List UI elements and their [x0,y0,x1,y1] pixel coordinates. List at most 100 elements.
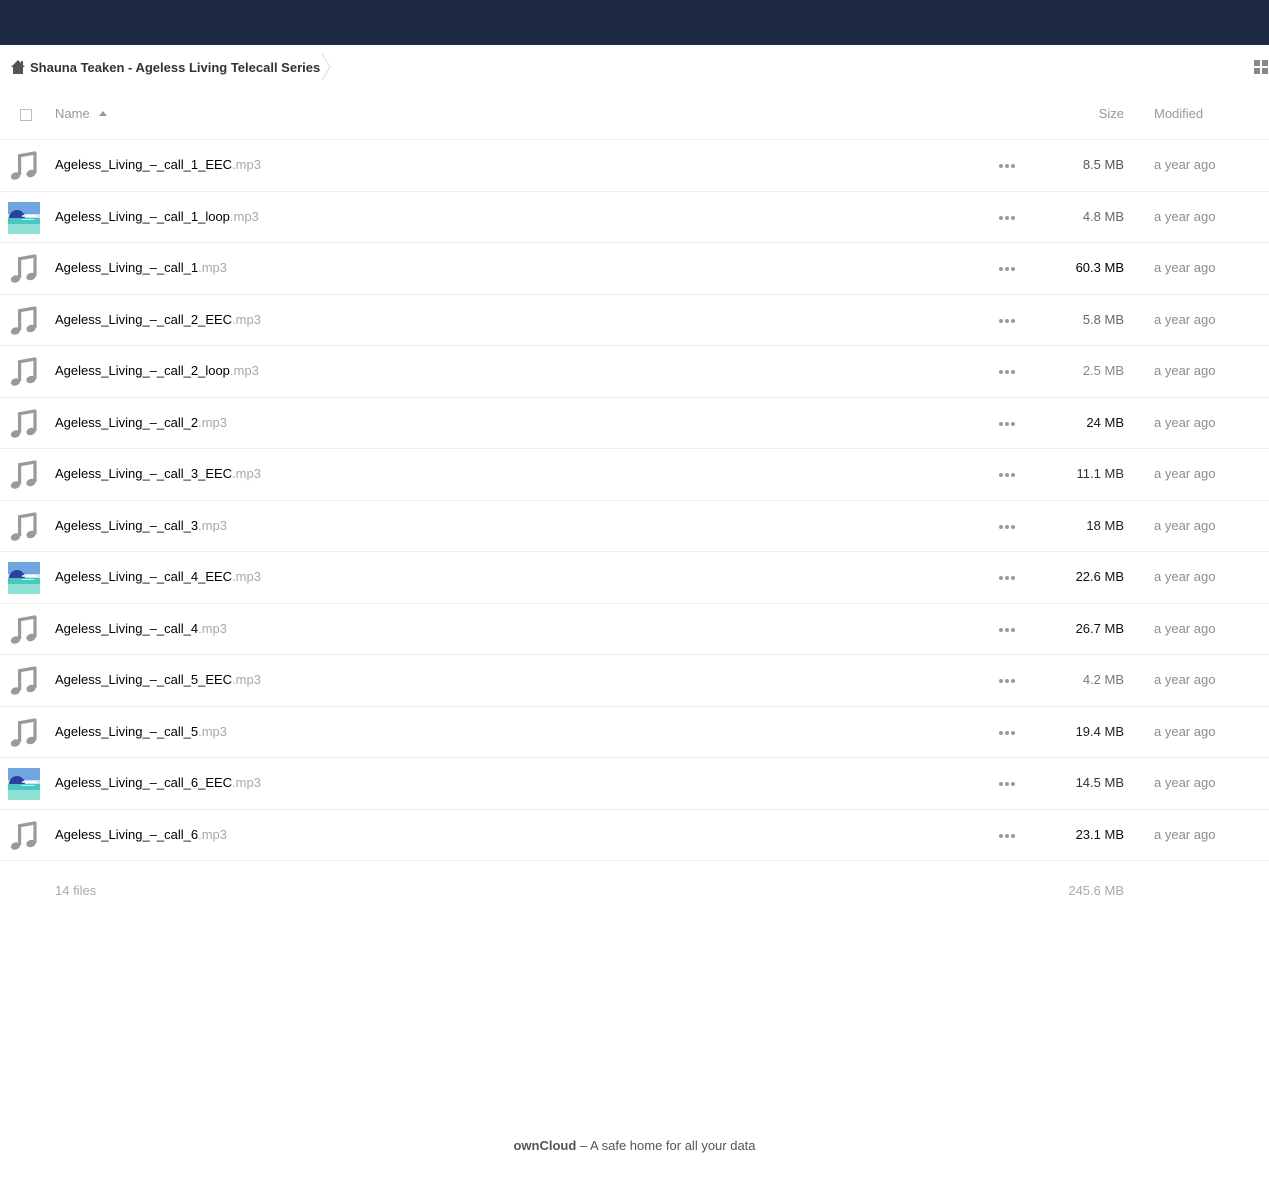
file-extension: .mp3 [229,208,259,224]
file-name[interactable]: Ageless_Living_–_call_2.mp3 [55,415,227,430]
file-modified: a year ago [1154,311,1216,327]
music-note-icon[interactable] [8,820,40,852]
more-actions-icon[interactable] [999,215,1015,220]
file-row[interactable]: Ageless_Living_–_call_5_EEC.mp3 4.2 MB a y… [0,655,1269,707]
file-extension: .mp3 [198,260,228,275]
file-name[interactable]: Ageless_Living_–_call_2_EEC.mp3 [55,312,261,327]
music-note-icon[interactable] [8,253,40,285]
more-actions-icon[interactable] [999,730,1015,735]
file-name[interactable]: Ageless_Living_–_call_1.mp3 [55,260,227,275]
file-modified: a year ago [1154,826,1216,842]
file-basename: Ageless_Living_–_call_1_EEC [55,157,233,172]
file-name[interactable]: Ageless_Living_–_call_4_EEC.mp3 [55,569,261,584]
file-modified: a year ago [1154,723,1216,739]
summary-total-size: 245.6 MB [1068,883,1124,898]
file-row[interactable]: Ageless_Living_–_call_4_EEC.mp3 22.6 MB a … [0,552,1269,604]
file-name[interactable]: Ageless_Living_–_call_3.mp3 [55,518,227,533]
more-actions-icon[interactable] [999,473,1015,477]
file-size: 5.8 MB [1082,311,1124,327]
file-name[interactable]: Ageless_Living_–_call_4.mp3 [55,621,227,636]
file-size: 14.5 MB [1075,775,1124,790]
sort-ascending-icon [98,111,107,116]
file-size: 26.7 MB [1075,620,1124,636]
file-extension: .mp3 [198,620,228,636]
more-actions-icon[interactable] [999,627,1015,632]
music-note-icon[interactable] [8,511,40,543]
file-name[interactable]: Ageless_Living_–_call_1_EEC.mp3 [55,157,261,172]
file-extension: .mp3 [198,517,228,533]
music-note-icon[interactable] [8,614,40,646]
file-basename: Ageless_Living_–_call_1 [55,260,199,275]
album-art-thumbnail[interactable] [8,768,40,800]
file-name[interactable]: Ageless_Living_–_call_5.mp3 [55,724,227,739]
file-row[interactable]: Ageless_Living_–_call_1_loop.mp3 4.8 MB a … [0,192,1269,243]
column-header-name[interactable]: Name [55,106,107,121]
file-row[interactable]: Ageless_Living_–_call_2.mp3 24 MB a year a… [0,398,1269,449]
file-row[interactable]: Ageless_Living_–_call_5.mp3 19.4 MB a year… [0,707,1269,758]
file-size: 4.8 MB [1082,208,1124,224]
column-header-modified[interactable]: Modified [1154,106,1203,121]
column-header-size[interactable]: Size [1099,106,1124,121]
file-extension: .mp3 [232,311,261,327]
file-row[interactable]: Ageless_Living_–_call_2_loop.mp3 2.5 MB a … [0,346,1269,398]
footer-brand[interactable]: ownCloud [513,1138,576,1153]
file-name[interactable]: Ageless_Living_–_call_1_loop.mp3 [55,209,259,224]
file-extension: .mp3 [232,569,261,584]
file-modified: a year ago [1154,414,1216,430]
summary-file-count: 14 files [55,883,97,898]
music-note-icon[interactable] [8,665,40,697]
more-actions-icon[interactable] [999,576,1015,580]
more-actions-icon[interactable] [999,318,1015,323]
file-size: 60.3 MB [1075,260,1124,275]
more-actions-icon[interactable] [999,782,1015,786]
file-row[interactable]: Ageless_Living_–_call_6.mp3 23.1 MB a year… [0,810,1269,861]
footer: ownCloud – A safe home for all your data [0,1138,1269,1153]
more-actions-icon[interactable] [999,524,1015,529]
file-name[interactable]: Ageless_Living_–_call_6.mp3 [55,827,227,842]
file-row[interactable]: Ageless_Living_–_call_3.mp3 18 MB a year a… [0,501,1269,552]
file-extension: .mp3 [198,723,228,739]
file-size: 11.1 MB [1076,466,1124,481]
top-header-bar [0,0,1269,45]
column-header-name-label: Name [55,106,90,121]
more-actions-icon[interactable] [999,267,1015,271]
album-art-thumbnail[interactable] [8,562,40,594]
file-row[interactable]: Ageless_Living_–_call_1_EEC.mp3 8.5 MB a y… [0,140,1269,192]
album-art-thumbnail[interactable] [8,201,40,234]
file-name[interactable]: Ageless_Living_–_call_3_EEC.mp3 [55,466,261,481]
select-all-checkbox[interactable] [20,109,32,121]
more-actions-icon[interactable] [999,679,1015,683]
file-row[interactable]: Ageless_Living_–_call_3_EEC.mp3 11.1 MB a … [0,449,1269,501]
file-basename: Ageless_Living_–_call_2 [55,414,199,430]
more-actions-icon[interactable] [999,833,1015,838]
file-modified: a year ago [1154,363,1216,378]
file-size: 18 MB [1086,517,1124,533]
file-size: 24 MB [1086,414,1124,430]
more-actions-icon[interactable] [999,370,1015,374]
more-actions-icon[interactable] [999,164,1015,168]
music-note-icon[interactable] [8,717,40,749]
file-basename: Ageless_Living_–_call_6 [55,826,199,842]
music-note-icon[interactable] [8,356,40,388]
grid-view-toggle-icon[interactable] [1254,60,1269,75]
breadcrumb-folder-name[interactable]: Shauna Teaken - Ageless Living Telecall … [30,60,320,75]
more-actions-icon[interactable] [999,421,1015,426]
music-note-icon[interactable] [8,305,40,337]
file-name[interactable]: Ageless_Living_–_call_5_EEC.mp3 [55,672,261,687]
music-note-icon[interactable] [8,150,40,182]
file-row[interactable]: Ageless_Living_–_call_4.mp3 26.7 MB a year… [0,604,1269,655]
home-icon[interactable] [10,59,26,75]
file-size: 23.1 MB [1075,826,1124,842]
breadcrumb[interactable]: Shauna Teaken - Ageless Living Telecall … [10,57,320,77]
file-modified: a year ago [1154,672,1216,687]
music-note-icon[interactable] [8,408,40,440]
file-row[interactable]: Ageless_Living_–_call_2_EEC.mp3 5.8 MB a y… [0,295,1269,346]
file-modified: a year ago [1154,517,1216,533]
file-name[interactable]: Ageless_Living_–_call_6_EEC.mp3 [55,775,261,790]
file-row[interactable]: Ageless_Living_–_call_1.mp3 60.3 MB a year… [0,243,1269,295]
music-note-icon[interactable] [8,459,40,491]
file-name[interactable]: Ageless_Living_–_call_2_loop.mp3 [55,363,259,378]
file-size: 22.6 MB [1075,569,1124,584]
file-extension: .mp3 [198,414,228,430]
file-row[interactable]: Ageless_Living_–_call_6_EEC.mp3 14.5 MB a … [0,758,1269,810]
